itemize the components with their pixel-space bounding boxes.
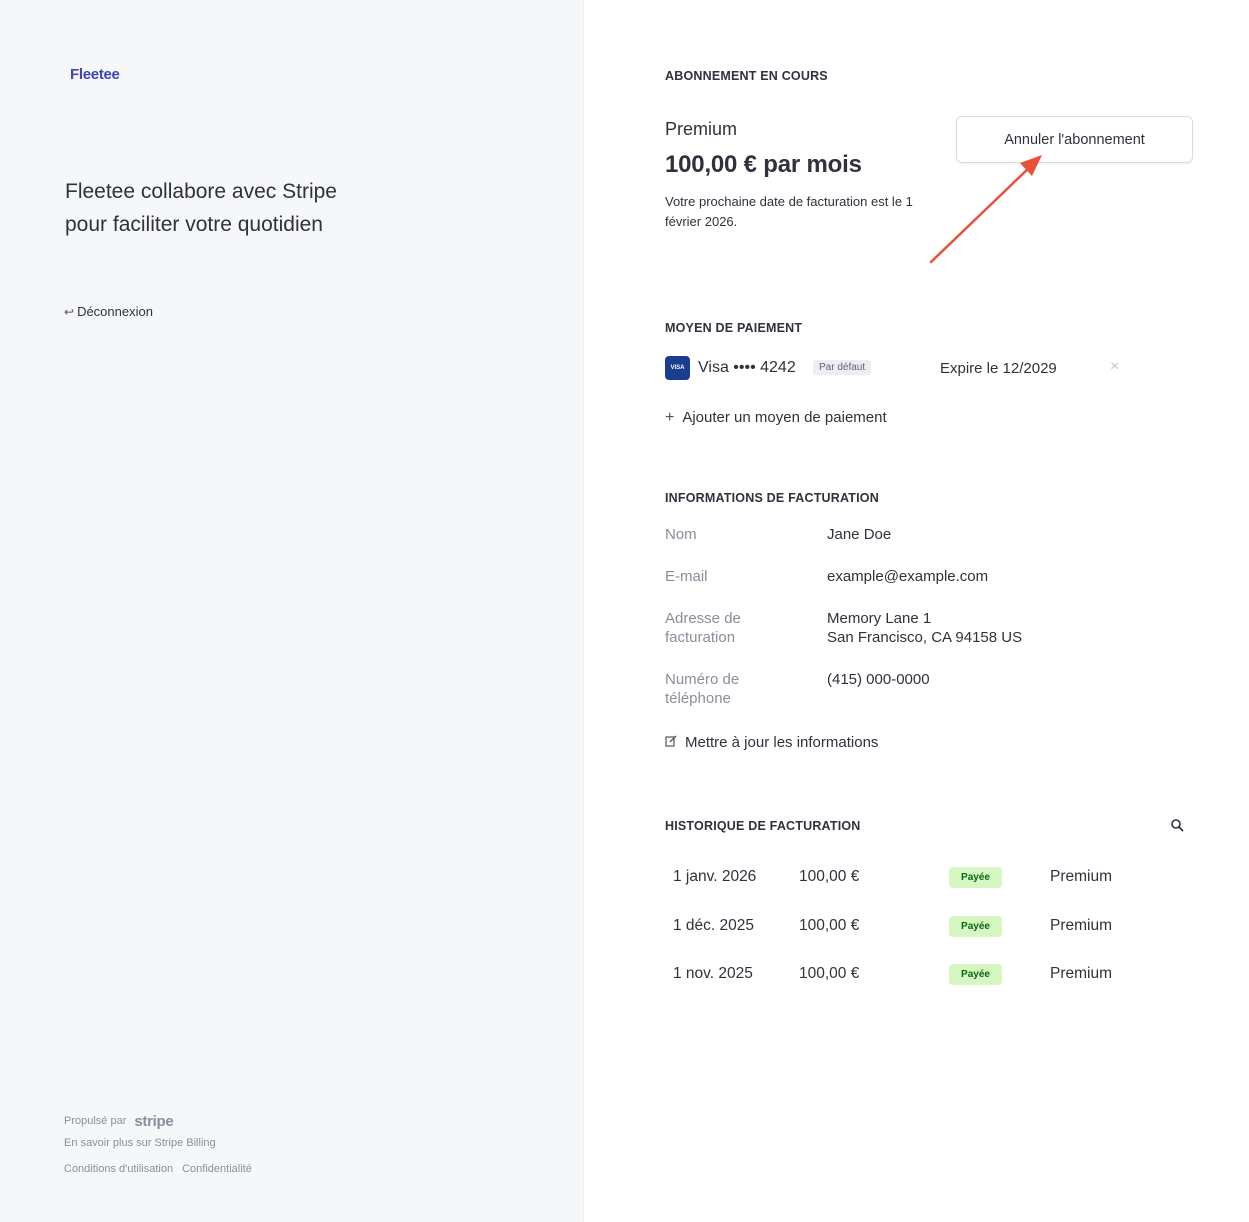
status-badge: Payée <box>949 916 1002 937</box>
email-value: example@example.com <box>827 568 989 585</box>
invoice-date: 1 déc. 2025 <box>673 917 755 934</box>
card-label: Visa •••• 4242 <box>698 359 796 376</box>
default-badge: Par défaut <box>813 360 872 375</box>
add-payment-method-button[interactable]: + Ajouter un moyen de paiement <box>665 409 887 427</box>
invoice-plan: Premium <box>1050 917 1113 934</box>
status-badge: Payée <box>949 964 1002 985</box>
remove-card-icon[interactable]: × <box>1110 358 1119 376</box>
update-info-button[interactable]: Mettre à jour les informations <box>665 734 878 751</box>
legal-links: Conditions d'utilisation Confidentialité <box>64 1163 252 1175</box>
email-label: E-mail <box>665 568 708 585</box>
privacy-link[interactable]: Confidentialité <box>182 1163 252 1175</box>
address-label: Adresse de facturation <box>665 610 741 646</box>
learn-more-link[interactable]: En savoir plus sur Stripe Billing <box>64 1137 252 1149</box>
stripe-logo[interactable]: stripe <box>134 1113 173 1130</box>
invoice-date: 1 nov. 2025 <box>673 965 753 982</box>
edit-icon <box>665 735 677 750</box>
plan-price: 100,00 € par mois <box>665 151 862 178</box>
next-billing-text: Votre prochaine date de facturation est … <box>665 194 913 229</box>
footer: Propulsé par stripe En savoir plus sur S… <box>64 1110 252 1176</box>
branding-panel: Fleetee Fleetee collabore avec Stripe po… <box>0 0 584 1222</box>
invoice-row[interactable]: 1 janv. 2026 100,00 € Payée Premium <box>665 862 1185 892</box>
powered-by: Propulsé par stripe <box>64 1110 252 1132</box>
invoice-date: 1 janv. 2026 <box>673 868 757 885</box>
name-label: Nom <box>665 526 697 543</box>
phone-value: (415) 000-0000 <box>827 671 930 688</box>
payment-method-row: VISA Visa •••• 4242 Par défaut Expire le… <box>665 356 1135 382</box>
invoice-row[interactable]: 1 nov. 2025 100,00 € Payée Premium <box>665 959 1185 989</box>
invoice-row[interactable]: 1 déc. 2025 100,00 € Payée Premium <box>665 911 1185 941</box>
add-payment-method-label: Ajouter un moyen de paiement <box>682 409 887 426</box>
address-line1: Memory Lane 1 <box>827 610 932 627</box>
fleetee-logo[interactable]: Fleetee <box>70 66 120 83</box>
phone-label: Numéro de téléphone <box>665 671 740 707</box>
tagline: Fleetee collabore avec Stripe pour facil… <box>65 180 337 236</box>
payment-section-title: MOYEN DE PAIEMENT <box>665 321 803 335</box>
logout-label: Déconnexion <box>77 304 153 319</box>
address-line2: San Francisco, CA 94158 US <box>827 629 1023 646</box>
history-section-title: HISTORIQUE DE FACTURATION <box>665 819 861 833</box>
search-icon[interactable] <box>1170 818 1184 837</box>
plus-icon: + <box>665 409 675 426</box>
return-arrow-icon: ↩ <box>64 304 75 319</box>
plan-name: Premium <box>665 119 738 139</box>
visa-icon: VISA <box>665 356 690 380</box>
cancel-subscription-button[interactable]: Annuler l'abonnement <box>956 116 1193 163</box>
logout-link[interactable]: ↩ Déconnexion <box>64 304 153 319</box>
invoice-amount: 100,00 € <box>799 868 860 885</box>
powered-by-label: Propulsé par <box>64 1115 127 1127</box>
terms-link[interactable]: Conditions d'utilisation <box>64 1163 173 1175</box>
invoice-amount: 100,00 € <box>799 917 860 934</box>
billing-info-section-title: INFORMATIONS DE FACTURATION <box>665 491 879 505</box>
subscription-section-title: ABONNEMENT EN COURS <box>665 69 828 83</box>
update-info-label: Mettre à jour les informations <box>685 734 879 751</box>
invoice-plan: Premium <box>1050 965 1113 982</box>
status-badge: Payée <box>949 867 1002 888</box>
invoice-plan: Premium <box>1050 868 1113 885</box>
card-expiry: Expire le 12/2029 <box>940 360 1057 377</box>
name-value: Jane Doe <box>827 526 892 543</box>
invoice-amount: 100,00 € <box>799 965 860 982</box>
